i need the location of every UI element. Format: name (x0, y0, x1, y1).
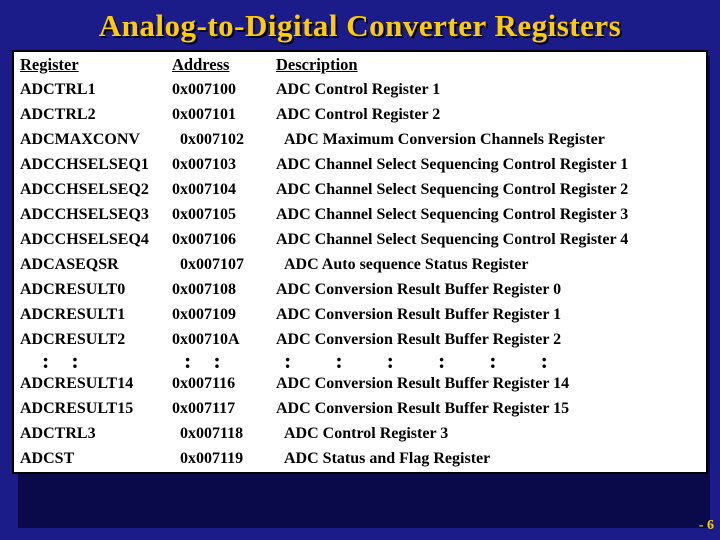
cell-description: ADC Conversion Result Buffer Register 0 (270, 278, 706, 303)
table-row: ADCASEQSR0x007107ADC Auto sequence Statu… (14, 253, 706, 278)
cell-address: 0x007102 (166, 128, 270, 153)
cell-register: ADCASEQSR (14, 253, 166, 278)
table-row: ADCTRL10x007100ADC Control Register 1 (14, 78, 706, 103)
table-row: ADCRESULT150x007117ADC Conversion Result… (14, 397, 706, 422)
table-row: ADCCHSELSEQ40x007106ADC Channel Select S… (14, 228, 706, 253)
cell-register: ADCCHSELSEQ4 (14, 228, 166, 253)
table-wrapper: Register Address Description ADCTRL10x00… (14, 52, 706, 472)
header-address: Address (166, 52, 270, 78)
cell-register: ADCRESULT14 (14, 372, 166, 397)
cell-address: 0x007107 (166, 253, 270, 278)
cell-address: 0x007109 (166, 303, 270, 328)
cell-address: 0x007105 (166, 203, 270, 228)
cell-description: ADC Conversion Result Buffer Register 1 (270, 303, 706, 328)
cell-register: ADCTRL1 (14, 78, 166, 103)
table-row: ADCTRL20x007101ADC Control Register 2 (14, 103, 706, 128)
table-row: ADCRESULT140x007116ADC Conversion Result… (14, 372, 706, 397)
cell-address: 0x007101 (166, 103, 270, 128)
cell-register: ADCRESULT1 (14, 303, 166, 328)
cell-register: ADCRESULT0 (14, 278, 166, 303)
header-register: Register (14, 52, 166, 78)
cell-description: ADC Status and Flag Register (270, 447, 706, 472)
cell-description: ADC Channel Select Sequencing Control Re… (270, 203, 706, 228)
ellipsis-cell: :: (14, 353, 166, 372)
table-row: ADCCHSELSEQ10x007103ADC Channel Select S… (14, 153, 706, 178)
cell-description: ADC Channel Select Sequencing Control Re… (270, 153, 706, 178)
ellipsis-cell: :::::: (270, 353, 706, 372)
cell-address: 0x007103 (166, 153, 270, 178)
table-row: ADCST0x007119ADC Status and Flag Registe… (14, 447, 706, 472)
cell-address: 0x007117 (166, 397, 270, 422)
table-row: ADCCHSELSEQ30x007105ADC Channel Select S… (14, 203, 706, 228)
table-row: :::::::::: (14, 353, 706, 372)
cell-address: 0x007106 (166, 228, 270, 253)
cell-description: ADC Maximum Conversion Channels Register (270, 128, 706, 153)
cell-register: ADCTRL2 (14, 103, 166, 128)
cell-address: 0x007104 (166, 178, 270, 203)
cell-register: ADCCHSELSEQ3 (14, 203, 166, 228)
cell-register: ADCST (14, 447, 166, 472)
cell-description: ADC Control Register 2 (270, 103, 706, 128)
table-header-row: Register Address Description (14, 52, 706, 78)
table-body: ADCTRL10x007100ADC Control Register 1ADC… (14, 78, 706, 472)
cell-description: ADC Control Register 3 (270, 422, 706, 447)
table-row: ADCRESULT10x007109ADC Conversion Result … (14, 303, 706, 328)
header-description: Description (270, 52, 706, 78)
cell-description: ADC Channel Select Sequencing Control Re… (270, 228, 706, 253)
ellipsis-cell: :: (166, 353, 270, 372)
cell-description: ADC Control Register 1 (270, 78, 706, 103)
cell-address: 0x007118 (166, 422, 270, 447)
cell-register: ADCTRL3 (14, 422, 166, 447)
registers-table: Register Address Description ADCTRL10x00… (14, 52, 706, 472)
cell-register: ADCMAXCONV (14, 128, 166, 153)
slide: Analog-to-Digital Converter Registers Re… (0, 0, 720, 540)
table-row: ADCMAXCONV0x007102ADC Maximum Conversion… (14, 128, 706, 153)
cell-address: 0x007116 (166, 372, 270, 397)
cell-description: ADC Auto sequence Status Register (270, 253, 706, 278)
cell-register: ADCRESULT15 (14, 397, 166, 422)
table-row: ADCCHSELSEQ20x007104ADC Channel Select S… (14, 178, 706, 203)
cell-description: ADC Conversion Result Buffer Register 15 (270, 397, 706, 422)
cell-address: 0x007119 (166, 447, 270, 472)
cell-description: ADC Conversion Result Buffer Register 14 (270, 372, 706, 397)
cell-register: ADCCHSELSEQ1 (14, 153, 166, 178)
cell-address: 0x007108 (166, 278, 270, 303)
table-row: ADCTRL30x007118ADC Control Register 3 (14, 422, 706, 447)
cell-description: ADC Channel Select Sequencing Control Re… (270, 178, 706, 203)
page-number: - 6 (699, 518, 714, 534)
cell-register: ADCCHSELSEQ2 (14, 178, 166, 203)
table-row: ADCRESULT00x007108ADC Conversion Result … (14, 278, 706, 303)
cell-address: 0x007100 (166, 78, 270, 103)
slide-title: Analog-to-Digital Converter Registers (14, 8, 706, 44)
